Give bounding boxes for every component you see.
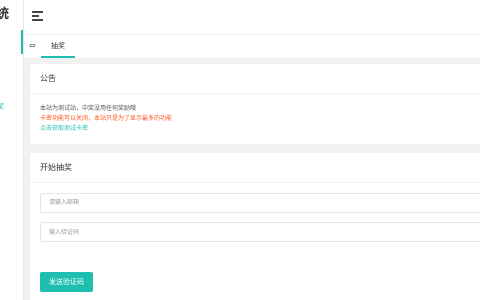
lottery-card: 开始抽奖 发送验证码 xyxy=(30,153,480,300)
notice-body: 本站为测试站，中奖没用任何奖励哦 卡密功能可以关闭，本站只是为了显示最多的功能 … xyxy=(30,94,480,134)
menu-icon[interactable] xyxy=(32,11,43,21)
notice-card: 公告 本站为测试站，中奖没用任何奖励哦 卡密功能可以关闭，本站只是为了显示最多的… xyxy=(30,64,480,144)
tab-bar: ⇔ 抽奖 xyxy=(24,34,480,58)
email-input[interactable] xyxy=(40,192,480,213)
top-header xyxy=(24,0,480,34)
notice-title: 公告 xyxy=(30,64,480,94)
notice-warning-line: 卡密功能可以关闭，本站只是为了显示最多的功能 xyxy=(40,115,173,122)
tab-scroll-icon[interactable]: ⇔ xyxy=(29,41,36,50)
sidebar-item-lottery[interactable]: 奖 xyxy=(0,102,4,112)
sidebar: 统 奖 xyxy=(0,0,24,300)
notice-line: 本站为测试站，中奖没用任何奖励哦 xyxy=(40,105,137,112)
lottery-form xyxy=(30,183,480,248)
send-code-button[interactable]: 发送验证码 xyxy=(40,272,93,292)
lottery-title: 开始抽奖 xyxy=(30,153,480,183)
verification-code-input[interactable] xyxy=(40,222,480,242)
get-test-card-link[interactable]: 点击获取测试卡密 xyxy=(40,124,474,134)
app-brand: 统 xyxy=(0,3,9,22)
tab-lottery[interactable]: 抽奖 xyxy=(41,35,75,58)
